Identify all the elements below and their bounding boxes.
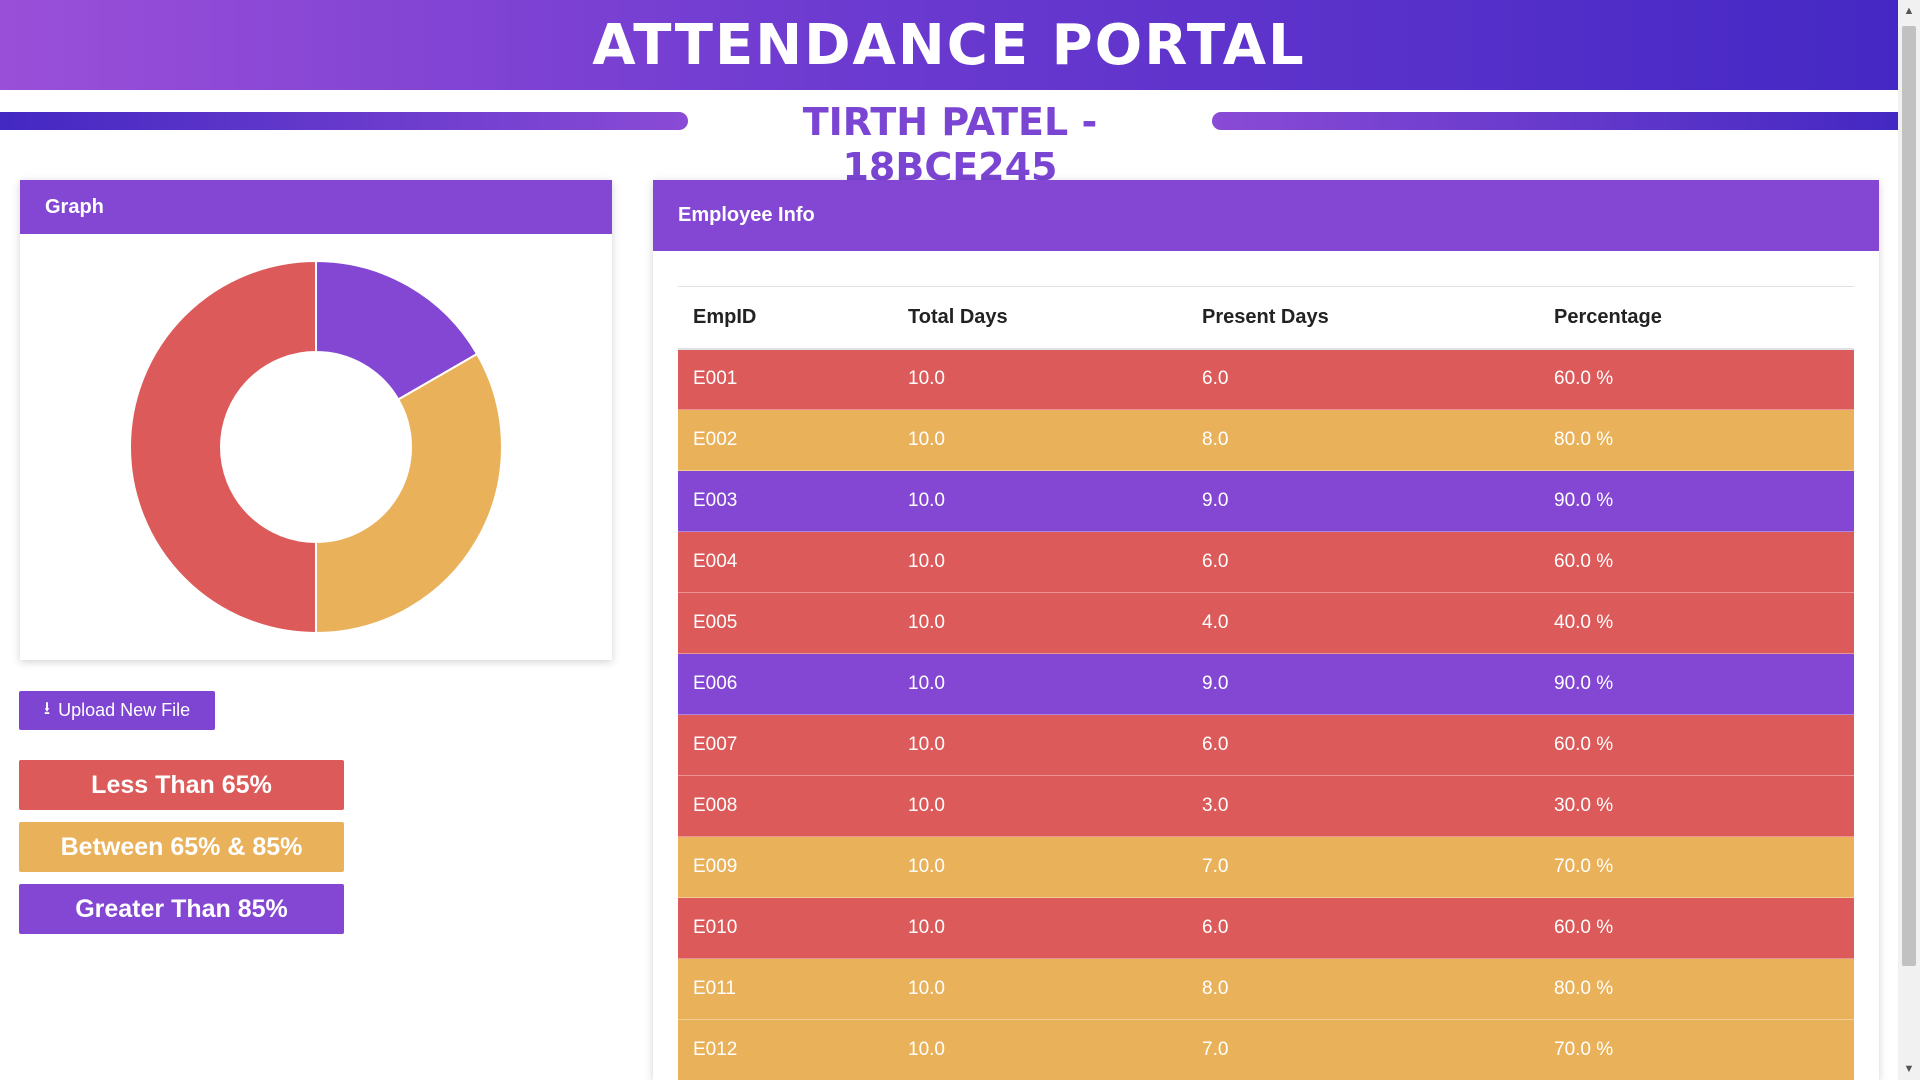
donut-chart: [129, 259, 503, 635]
column-header-percentage: Percentage: [1539, 286, 1854, 350]
employee-info-card: Employee Info EmpID Total Days Present D…: [653, 180, 1879, 1080]
cell-empid: E010: [678, 897, 893, 959]
scroll-down-arrow-icon[interactable]: ▼: [1898, 1060, 1920, 1078]
table-row: E005 10.0 4.0 40.0 %: [678, 592, 1854, 654]
cell-present-days: 7.0: [1187, 836, 1539, 898]
column-header-present-days: Present Days: [1187, 286, 1539, 350]
table-header-row: EmpID Total Days Present Days Percentage: [678, 286, 1854, 350]
cell-percentage: 60.0 %: [1539, 897, 1854, 959]
cell-percentage: 90.0 %: [1539, 470, 1854, 532]
cell-percentage: 70.0 %: [1539, 1019, 1854, 1080]
cell-total-days: 10.0: [893, 958, 1187, 1020]
cell-present-days: 9.0: [1187, 470, 1539, 532]
table-row: E007 10.0 6.0 60.0 %: [678, 714, 1854, 776]
cell-total-days: 10.0: [893, 592, 1187, 654]
table-row: E012 10.0 7.0 70.0 %: [678, 1019, 1854, 1080]
vertical-scrollbar[interactable]: ▲ ▼: [1898, 0, 1920, 1080]
table-row: E009 10.0 7.0 70.0 %: [678, 836, 1854, 898]
cell-empid: E003: [678, 470, 893, 532]
cell-present-days: 4.0: [1187, 592, 1539, 654]
cell-empid: E006: [678, 653, 893, 715]
page-header: ATTENDANCE PORTAL: [0, 0, 1898, 90]
portal-title: ATTENDANCE PORTAL: [592, 12, 1306, 78]
cell-total-days: 10.0: [893, 409, 1187, 471]
cell-empid: E004: [678, 531, 893, 593]
cell-percentage: 60.0 %: [1539, 348, 1854, 410]
legend-between-65-85: Between 65% & 85%: [19, 822, 344, 872]
cell-total-days: 10.0: [893, 775, 1187, 837]
cell-present-days: 6.0: [1187, 897, 1539, 959]
cell-empid: E012: [678, 1019, 893, 1080]
decorative-bar-left: [0, 112, 688, 130]
decorative-bar-right: [1212, 112, 1898, 130]
legend-less-than-65: Less Than 65%: [19, 760, 344, 810]
column-header-total-days: Total Days: [893, 286, 1187, 350]
table-row: E011 10.0 8.0 80.0 %: [678, 958, 1854, 1020]
cell-percentage: 40.0 %: [1539, 592, 1854, 654]
upload-new-file-button[interactable]: ⭳ Upload New File: [19, 691, 215, 730]
cell-present-days: 8.0: [1187, 409, 1539, 471]
subheader: TIRTH PATEL - 18BCE245: [0, 100, 1898, 189]
graph-card: Graph: [20, 180, 612, 660]
scrollbar-thumb[interactable]: [1902, 26, 1916, 966]
employee-table: EmpID Total Days Present Days Percentage…: [678, 286, 1854, 1080]
student-name-id: TIRTH PATEL - 18BCE245: [802, 100, 1098, 189]
cell-percentage: 30.0 %: [1539, 775, 1854, 837]
cell-total-days: 10.0: [893, 348, 1187, 410]
cell-percentage: 60.0 %: [1539, 714, 1854, 776]
table-row: E003 10.0 9.0 90.0 %: [678, 470, 1854, 532]
legend-greater-than-85: Greater Than 85%: [19, 884, 344, 934]
donut-slice-1[interactable]: [315, 352, 503, 635]
donut-chart-wrap: [20, 234, 612, 660]
column-header-empid: EmpID: [678, 286, 893, 350]
cell-total-days: 10.0: [893, 470, 1187, 532]
donut-slice-2[interactable]: [129, 259, 317, 635]
employee-info-title: Employee Info: [653, 180, 1879, 251]
table-row: E006 10.0 9.0 90.0 %: [678, 653, 1854, 715]
cell-total-days: 10.0: [893, 653, 1187, 715]
upload-button-label: Upload New File: [58, 700, 191, 720]
cell-present-days: 6.0: [1187, 531, 1539, 593]
download-icon: ⭳: [43, 697, 51, 718]
cell-empid: E008: [678, 775, 893, 837]
table-row: E004 10.0 6.0 60.0 %: [678, 531, 1854, 593]
cell-empid: E009: [678, 836, 893, 898]
cell-total-days: 10.0: [893, 897, 1187, 959]
cell-present-days: 3.0: [1187, 775, 1539, 837]
cell-total-days: 10.0: [893, 836, 1187, 898]
cell-percentage: 80.0 %: [1539, 409, 1854, 471]
cell-present-days: 8.0: [1187, 958, 1539, 1020]
cell-empid: E007: [678, 714, 893, 776]
cell-empid: E001: [678, 348, 893, 410]
cell-empid: E005: [678, 592, 893, 654]
cell-empid: E011: [678, 958, 893, 1020]
cell-total-days: 10.0: [893, 714, 1187, 776]
table-row: E002 10.0 8.0 80.0 %: [678, 409, 1854, 471]
cell-present-days: 7.0: [1187, 1019, 1539, 1080]
cell-empid: E002: [678, 409, 893, 471]
cell-percentage: 70.0 %: [1539, 836, 1854, 898]
cell-total-days: 10.0: [893, 531, 1187, 593]
cell-present-days: 6.0: [1187, 714, 1539, 776]
cell-percentage: 90.0 %: [1539, 653, 1854, 715]
cell-total-days: 10.0: [893, 1019, 1187, 1080]
cell-percentage: 80.0 %: [1539, 958, 1854, 1020]
scroll-up-arrow-icon[interactable]: ▲: [1898, 2, 1920, 20]
graph-card-title: Graph: [20, 180, 612, 234]
cell-percentage: 60.0 %: [1539, 531, 1854, 593]
cell-present-days: 9.0: [1187, 653, 1539, 715]
cell-present-days: 6.0: [1187, 348, 1539, 410]
table-row: E008 10.0 3.0 30.0 %: [678, 775, 1854, 837]
table-row: E010 10.0 6.0 60.0 %: [678, 897, 1854, 959]
table-row: E001 10.0 6.0 60.0 %: [678, 348, 1854, 410]
